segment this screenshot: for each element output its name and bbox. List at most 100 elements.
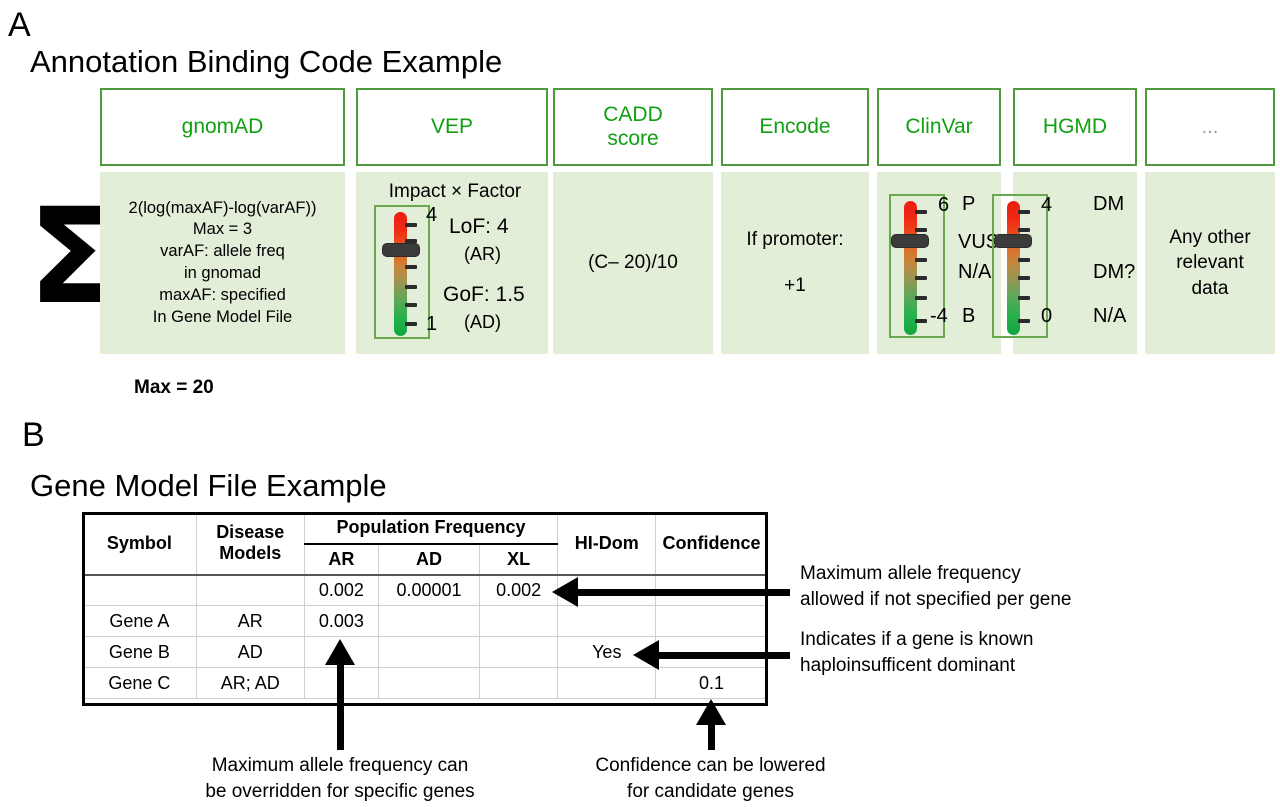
- clinvar-label-p: P: [962, 193, 976, 215]
- cell-ar-default: 0.002: [303, 574, 380, 606]
- clinvar-thermometer-top-value: 6: [938, 194, 950, 216]
- source-header-encode[interactable]: Encode: [721, 88, 869, 166]
- vep-thermometer-slider[interactable]: [382, 243, 420, 257]
- cell-models-default: [195, 574, 305, 606]
- arrow-hi-dom-shaft: [659, 652, 790, 659]
- hgmd-thermometer-slider[interactable]: [994, 234, 1032, 248]
- clinvar-label-b: B: [962, 305, 976, 327]
- cell-symbol-gene-c: Gene C: [82, 667, 197, 699]
- panel-b-letter: B: [22, 416, 45, 454]
- disease-models-line-2: Models: [219, 543, 282, 564]
- source-column-cadd: CADD score (C– 20)/10: [553, 88, 713, 354]
- cadd-header-line-2: score: [607, 127, 659, 150]
- hgmd-thermometer-bar: [1007, 201, 1020, 335]
- cell-ad-gene-c: [378, 667, 480, 699]
- annotation-default-af: Maximum allele frequency allowed if not …: [800, 563, 1072, 610]
- clinvar-thermometer-slider[interactable]: [891, 234, 929, 248]
- source-header-gnomad[interactable]: gnomAD: [100, 88, 345, 166]
- gnomad-line-1: 2(log(maxAF)-log(varAF)): [128, 198, 317, 217]
- annotation-confidence: Confidence can be lowered for candidate …: [595, 755, 826, 802]
- vep-gof-mode: (AD): [464, 312, 501, 332]
- gnomad-line-4: in gnomad: [183, 264, 262, 282]
- hgmd-tick-5: [1018, 296, 1030, 300]
- vep-lof-mode: (AR): [464, 244, 501, 264]
- arrow-override-af-shaft: [337, 664, 344, 750]
- cell-ar-gene-a: 0.003: [303, 605, 380, 637]
- cell-symbol-gene-b: Gene B: [82, 636, 197, 668]
- source-body-other: Any other relevant data: [1145, 172, 1275, 354]
- cell-xl-gene-a: [478, 605, 559, 637]
- source-header-cadd[interactable]: CADD score: [553, 88, 713, 166]
- panel-a-title: Annotation Binding Code Example: [30, 44, 503, 79]
- gnomad-line-6: In Gene Model File: [152, 307, 293, 326]
- table-header-row-1: Symbol Disease Models Population Frequen…: [82, 512, 768, 576]
- cell-hidom-gene-a: [557, 605, 657, 637]
- source-header-hgmd[interactable]: HGMD: [1013, 88, 1137, 166]
- vep-thermometer-bottom-value: 1: [426, 313, 438, 335]
- vep-caption: Impact × Factor: [388, 181, 522, 202]
- vep-tick-5: [405, 303, 417, 307]
- arrow-override-af-head: [325, 639, 355, 665]
- clinvar-tick-5: [915, 296, 927, 300]
- hgmd-thermometer-top-value: 4: [1041, 194, 1053, 216]
- source-body-encode: If promoter: +1: [721, 172, 869, 354]
- source-column-encode: Encode If promoter: +1: [721, 88, 869, 354]
- hgmd-label-na: N/A: [1093, 305, 1127, 327]
- column-header-xl: XL: [478, 543, 559, 576]
- gnomad-line-3: varAF: allele freq: [160, 242, 285, 261]
- max-total-label: Max = 20: [134, 377, 214, 398]
- cadd-header-line-1: CADD: [603, 103, 663, 127]
- annotation-hi-dom: Indicates if a gene is known haploinsuff…: [800, 629, 1034, 676]
- other-line-2: relevant: [1176, 252, 1244, 274]
- gene-model-table: Symbol Disease Models Population Frequen…: [82, 512, 768, 699]
- table-row-gene-c[interactable]: Gene C AR; AD 0.1: [82, 667, 768, 699]
- clinvar-tick-4: [915, 276, 927, 280]
- column-header-confidence: Confidence: [655, 512, 768, 576]
- hgmd-thermometer[interactable]: [992, 194, 1048, 338]
- table-row-gene-a[interactable]: Gene A AR 0.003: [82, 605, 768, 637]
- column-header-disease-models: Disease Models: [195, 512, 305, 576]
- cell-models-gene-a: AR: [195, 605, 305, 637]
- source-header-clinvar[interactable]: ClinVar: [877, 88, 1001, 166]
- cell-models-gene-c: AR; AD: [195, 667, 305, 699]
- hgmd-tick-2: [1018, 228, 1030, 232]
- hgmd-tick-1: [1018, 210, 1030, 214]
- hgmd-label-dm: DM: [1093, 193, 1125, 215]
- vep-lof-label: LoF: 4: [449, 215, 509, 238]
- cell-xl-gene-b: [478, 636, 559, 668]
- vep-thermometer[interactable]: [374, 205, 430, 339]
- arrow-confidence-head: [696, 699, 726, 725]
- cell-xl-gene-c: [478, 667, 559, 699]
- source-column-other: ... Any other relevant data: [1145, 88, 1275, 354]
- hgmd-tick-6: [1018, 319, 1030, 323]
- cell-symbol-gene-a: Gene A: [82, 605, 197, 637]
- gnomad-line-2: Max = 3: [192, 220, 253, 239]
- cell-xl-default: 0.002: [478, 574, 559, 606]
- encode-line-1: If promoter:: [746, 229, 844, 251]
- clinvar-tick-6: [915, 319, 927, 323]
- disease-models-line-1: Disease: [216, 522, 285, 543]
- clinvar-thermometer-bottom-value: -4: [930, 305, 948, 327]
- hgmd-label-dm-uncertain: DM?: [1093, 261, 1136, 283]
- clinvar-thermometer-bar: [904, 201, 917, 335]
- cell-ad-default: 0.00001: [378, 574, 480, 606]
- column-header-symbol: Symbol: [82, 512, 197, 576]
- column-header-hi-dom: HI-Dom: [557, 512, 657, 576]
- cell-ad-gene-b: [378, 636, 480, 668]
- gnomad-line-5: maxAF: specified: [159, 285, 286, 304]
- vep-thermometer-top-value: 4: [426, 204, 438, 226]
- clinvar-tick-1: [915, 210, 927, 214]
- figure-root: A Annotation Binding Code Example Σ Max …: [0, 0, 1280, 807]
- arrow-default-af-head: [552, 577, 578, 607]
- arrow-hi-dom-head: [633, 640, 659, 670]
- source-header-other[interactable]: ...: [1145, 88, 1275, 166]
- clinvar-label-na: N/A: [958, 261, 992, 283]
- source-header-vep[interactable]: VEP: [356, 88, 548, 166]
- panel-b-title: Gene Model File Example: [30, 468, 387, 503]
- arrow-default-af-shaft: [578, 589, 790, 596]
- cell-ad-gene-a: [378, 605, 480, 637]
- clinvar-tick-3: [915, 258, 927, 262]
- column-header-ar: AR: [303, 543, 380, 576]
- cadd-formula: (C– 20)/10: [588, 252, 678, 274]
- source-body-cadd: (C– 20)/10: [553, 172, 713, 354]
